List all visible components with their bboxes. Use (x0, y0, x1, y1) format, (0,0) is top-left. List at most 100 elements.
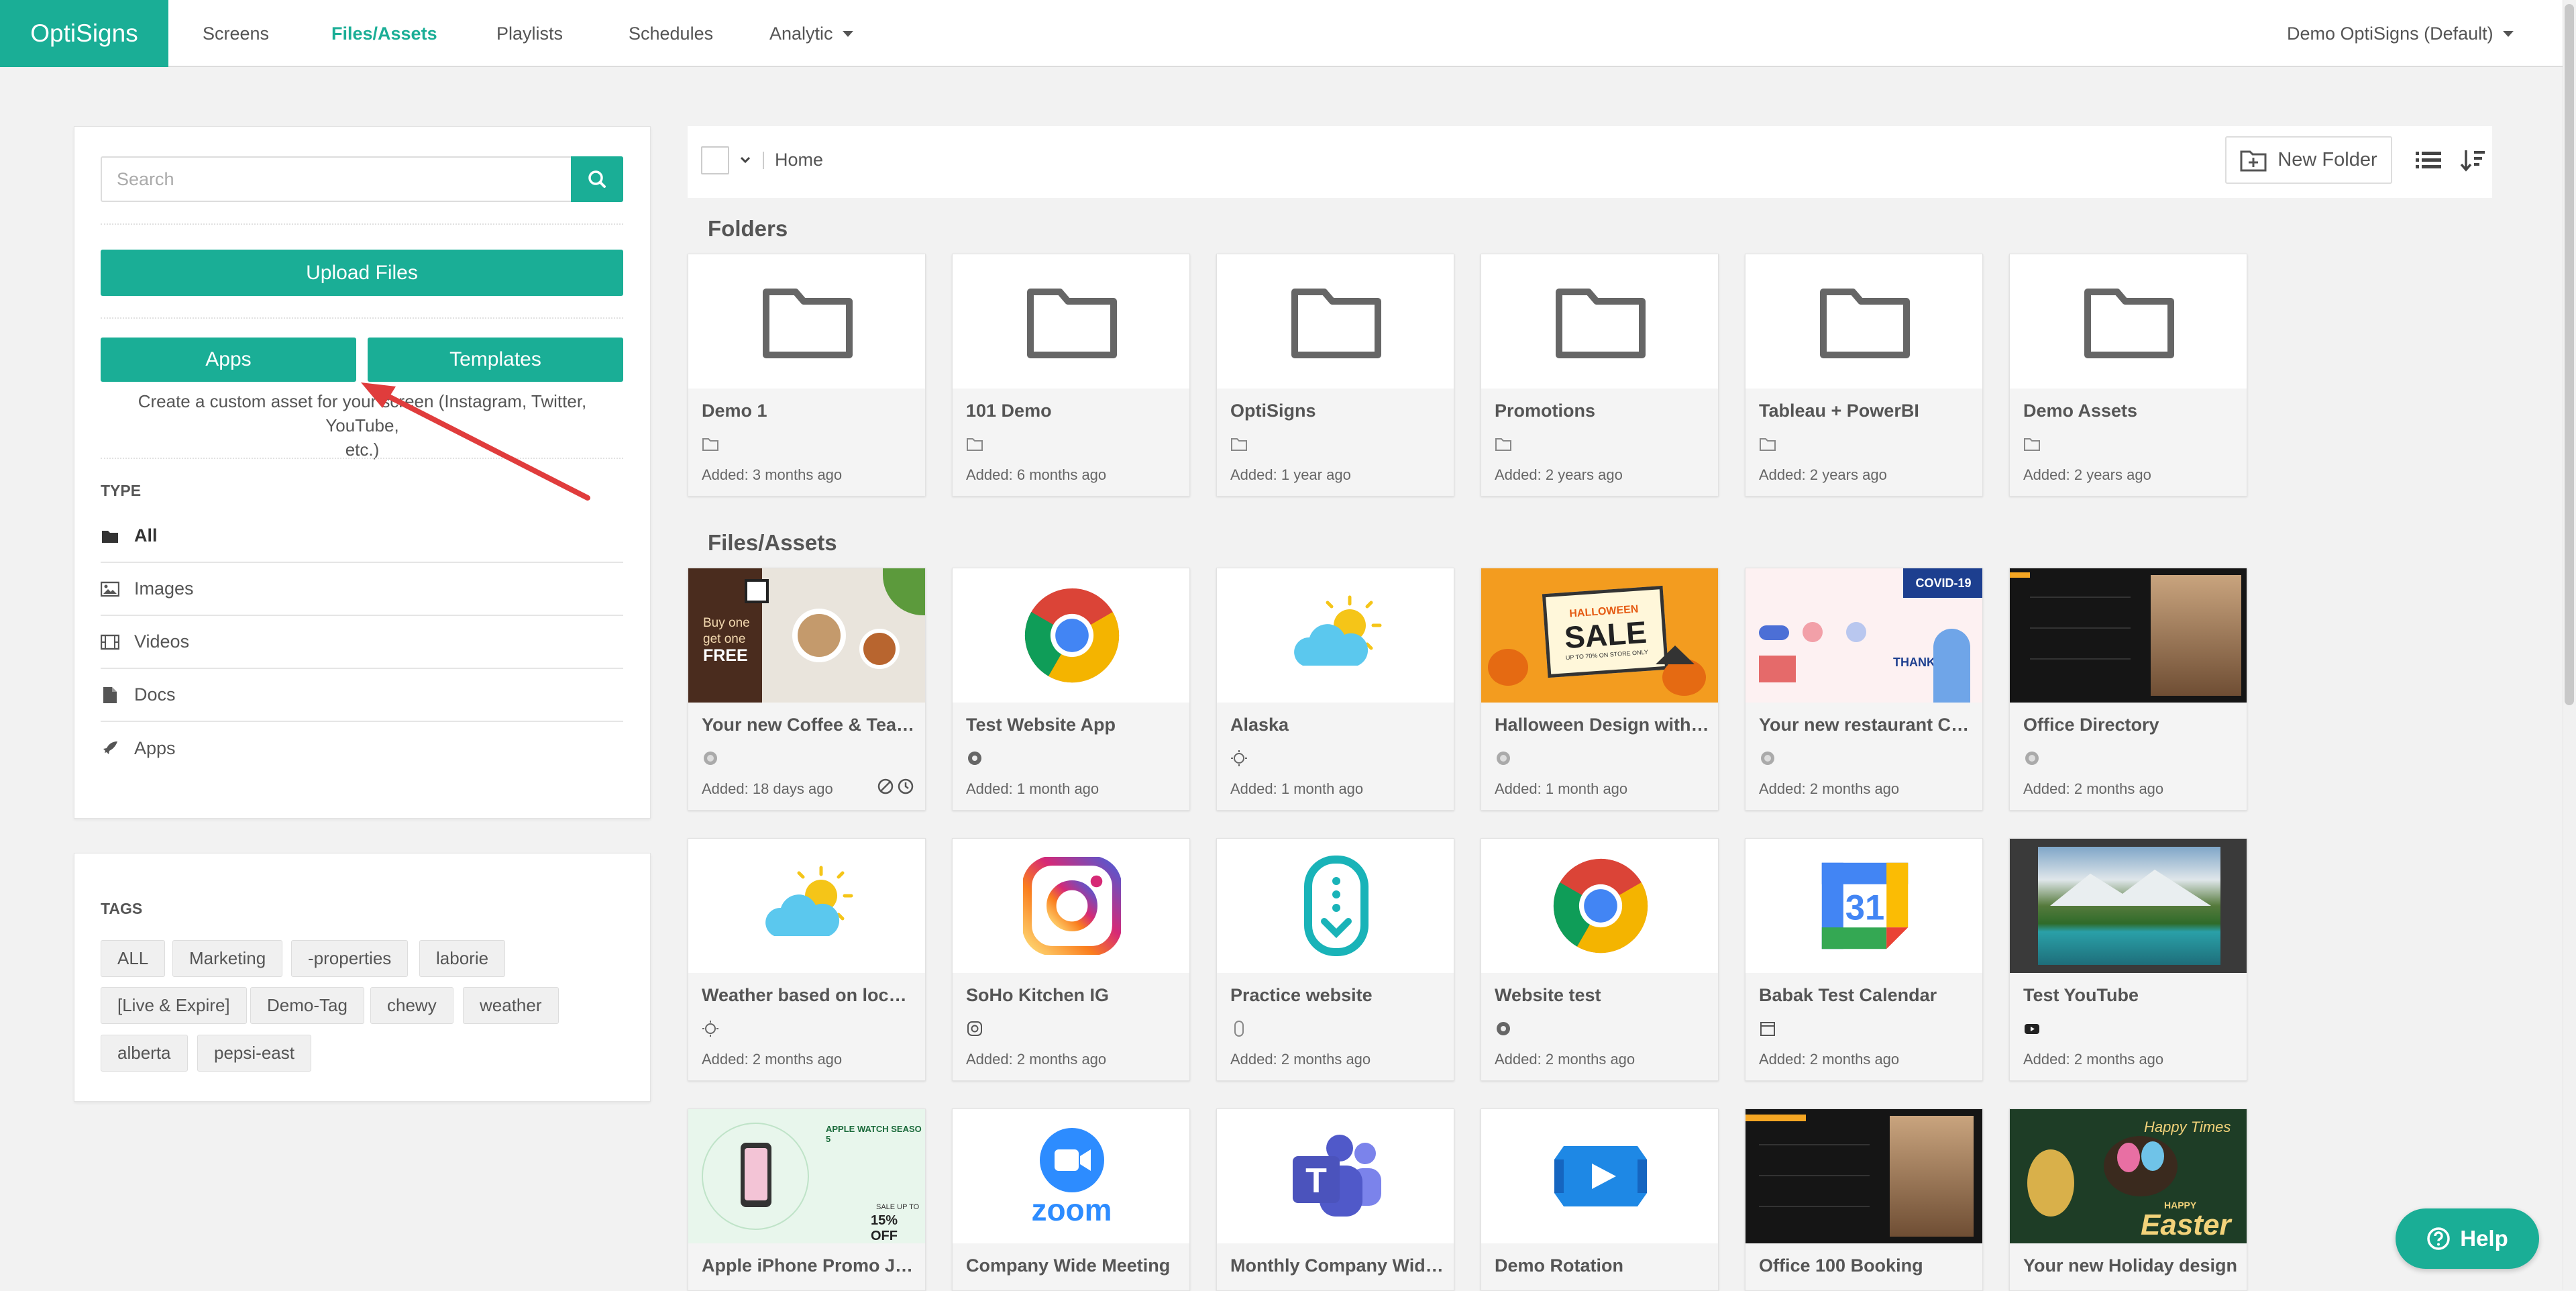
asset-card[interactable]: Weather based on location Added: 2 month… (688, 838, 926, 1081)
zoom-icon (1039, 1128, 1104, 1192)
instagram-icon (1022, 857, 1121, 955)
asset-card[interactable]: Test YouTube Added: 2 months ago (2009, 838, 2247, 1081)
template-icon (1497, 752, 1510, 765)
tag-chip[interactable]: Marketing (172, 940, 283, 977)
asset-card[interactable]: Practice website Added: 2 months ago (1216, 838, 1454, 1081)
folder-small-icon (702, 438, 718, 451)
asset-card[interactable]: Website test Added: 2 months ago (1481, 838, 1719, 1081)
easter-title: Easter (2141, 1208, 2231, 1241)
tag-chip[interactable]: chewy (370, 987, 453, 1024)
folder-card[interactable]: Tableau + PowerBI Added: 2 years ago (1745, 254, 1983, 497)
asset-card[interactable]: zoom Company Wide Meeting (952, 1108, 1190, 1291)
folder-card[interactable]: Demo 1 Added: 3 months ago (688, 254, 926, 497)
nav-analytic[interactable]: Analytic (769, 0, 853, 67)
page-scrollbar[interactable] (2563, 0, 2576, 1290)
type-filter-label: Docs (134, 684, 176, 705)
nav-files-assets[interactable]: Files/Assets (331, 0, 437, 67)
asset-name: Your new Coffee & Tea de... (702, 715, 916, 735)
help-label: Help (2460, 1226, 2508, 1251)
promo-text: Buy one get one FREE (703, 615, 750, 664)
added-date: Added: 3 months ago (702, 466, 843, 483)
tag-chip[interactable]: -properties (291, 940, 409, 977)
asset-card[interactable]: Happy Times HAPPY Easter Your new Holida… (2009, 1108, 2247, 1291)
breadcrumb[interactable]: Home (775, 150, 823, 170)
nav-playlists[interactable]: Playlists (496, 0, 563, 67)
folder-card[interactable]: Promotions Added: 2 years ago (1481, 254, 1719, 497)
apps-button[interactable]: Apps (101, 338, 356, 382)
scroll-small-icon (1234, 1021, 1244, 1037)
promo-line: FREE (703, 646, 748, 665)
tag-chip[interactable]: [Live & Expire] (101, 987, 247, 1024)
pumpkin-left (1488, 649, 1528, 686)
type-filter-images[interactable]: Images (101, 563, 623, 616)
asset-name: Test YouTube (2023, 985, 2139, 1005)
tag-chip[interactable]: alberta (101, 1035, 188, 1072)
asset-card[interactable]: Demo Rotation (1481, 1108, 1719, 1291)
booking-list (1759, 1129, 1870, 1237)
rocket-icon (101, 739, 119, 758)
folder-thumbnail (953, 254, 1189, 389)
folder-card[interactable]: OptiSigns Added: 1 year ago (1216, 254, 1454, 497)
easter-tagline: Happy Times (2144, 1119, 2231, 1135)
type-filter-apps[interactable]: Apps (101, 722, 623, 775)
tag-chip[interactable]: pepsi-east (197, 1035, 311, 1072)
sun-small-icon (702, 1021, 718, 1037)
office-photo (2151, 575, 2241, 696)
asset-card[interactable]: 31 Babak Test Calendar Added: 2 months a… (1745, 838, 1983, 1081)
asset-card[interactable]: T Monthly Company Wide U... (1216, 1108, 1454, 1291)
tags-section-title: TAGS (101, 900, 143, 917)
asset-card[interactable]: COVID-19 THANKS! Your new restaurant Cov… (1745, 568, 1983, 811)
tag-chip[interactable]: ALL (101, 940, 166, 977)
asset-card[interactable]: Office Directory Added: 2 months ago (2009, 568, 2247, 811)
folder-plus-icon (2240, 150, 2267, 171)
type-filter-docs[interactable]: Docs (101, 669, 623, 722)
office-photo (1890, 1116, 1974, 1237)
added-date: Added: 2 months ago (702, 1051, 843, 1068)
asset-card[interactable]: Office 100 Booking (1745, 1108, 1983, 1291)
upload-files-button[interactable]: Upload Files (101, 250, 623, 296)
search-input[interactable] (102, 158, 572, 201)
phone-screen (745, 1148, 767, 1200)
asset-card[interactable]: SoHo Kitchen IG Added: 2 months ago (952, 838, 1190, 1081)
search-button[interactable] (571, 156, 623, 202)
chevron-down-icon[interactable] (739, 153, 752, 166)
added-date: Added: 6 months ago (966, 466, 1107, 483)
pink-egg (2117, 1143, 2140, 1172)
nav-schedules[interactable]: Schedules (629, 0, 713, 67)
folder-card[interactable]: Demo Assets Added: 2 years ago (2009, 254, 2247, 497)
youtube-small-icon (2025, 1024, 2039, 1034)
select-all-checkbox[interactable] (701, 146, 729, 174)
teams-icon: T (1292, 1135, 1381, 1217)
new-folder-label: New Folder (2277, 149, 2377, 170)
promo-line: Buy one (703, 616, 750, 630)
asset-card[interactable]: Buy one get one FREE Your new Coffee & Tea… (688, 568, 926, 811)
tag-chip[interactable]: Demo-Tag (250, 987, 364, 1024)
help-button[interactable]: Help (2396, 1208, 2539, 1269)
type-filter-videos[interactable]: Videos (101, 616, 623, 669)
folder-name: 101 Demo (966, 401, 1052, 421)
account-menu[interactable]: Demo OptiSigns (Default) (2287, 0, 2514, 67)
list-view-icon[interactable] (2413, 145, 2444, 176)
covid-banner: COVID-19 (1903, 568, 1982, 598)
folder-card[interactable]: 101 Demo Added: 6 months ago (952, 254, 1190, 497)
added-date: Added: 1 month ago (1495, 780, 1628, 797)
asset-card[interactable]: Alaska Added: 1 month ago (1216, 568, 1454, 811)
nav-screens[interactable]: Screens (203, 0, 269, 67)
asset-name: Demo Rotation (1495, 1255, 1623, 1276)
brand-logo[interactable]: OptiSigns (0, 0, 168, 67)
asset-card[interactable]: APPLE WATCH SEASO 5 SALE UP TO 15% OFF A… (688, 1108, 926, 1291)
type-filter-all[interactable]: All (101, 510, 623, 563)
svg-text:T: T (1305, 1161, 1327, 1200)
template-icon (704, 752, 717, 765)
added-date: Added: 2 years ago (1495, 466, 1623, 483)
instagram-logo-thumbnail (953, 839, 1189, 973)
asset-card[interactable]: Test Website App Added: 1 month ago (952, 568, 1190, 811)
asset-card[interactable]: HALLOWEEN SALE UP TO 70% ON STORE ONLY H… (1481, 568, 1719, 811)
tag-chip[interactable]: laborie (419, 940, 506, 977)
tag-chip[interactable]: weather (463, 987, 559, 1024)
sort-icon[interactable] (2458, 145, 2489, 176)
new-folder-button[interactable]: New Folder (2225, 136, 2392, 184)
added-date: Added: 2 months ago (1230, 1051, 1371, 1068)
scrollbar-thumb[interactable] (2565, 4, 2574, 705)
chrome-small-icon (1497, 1022, 1510, 1035)
